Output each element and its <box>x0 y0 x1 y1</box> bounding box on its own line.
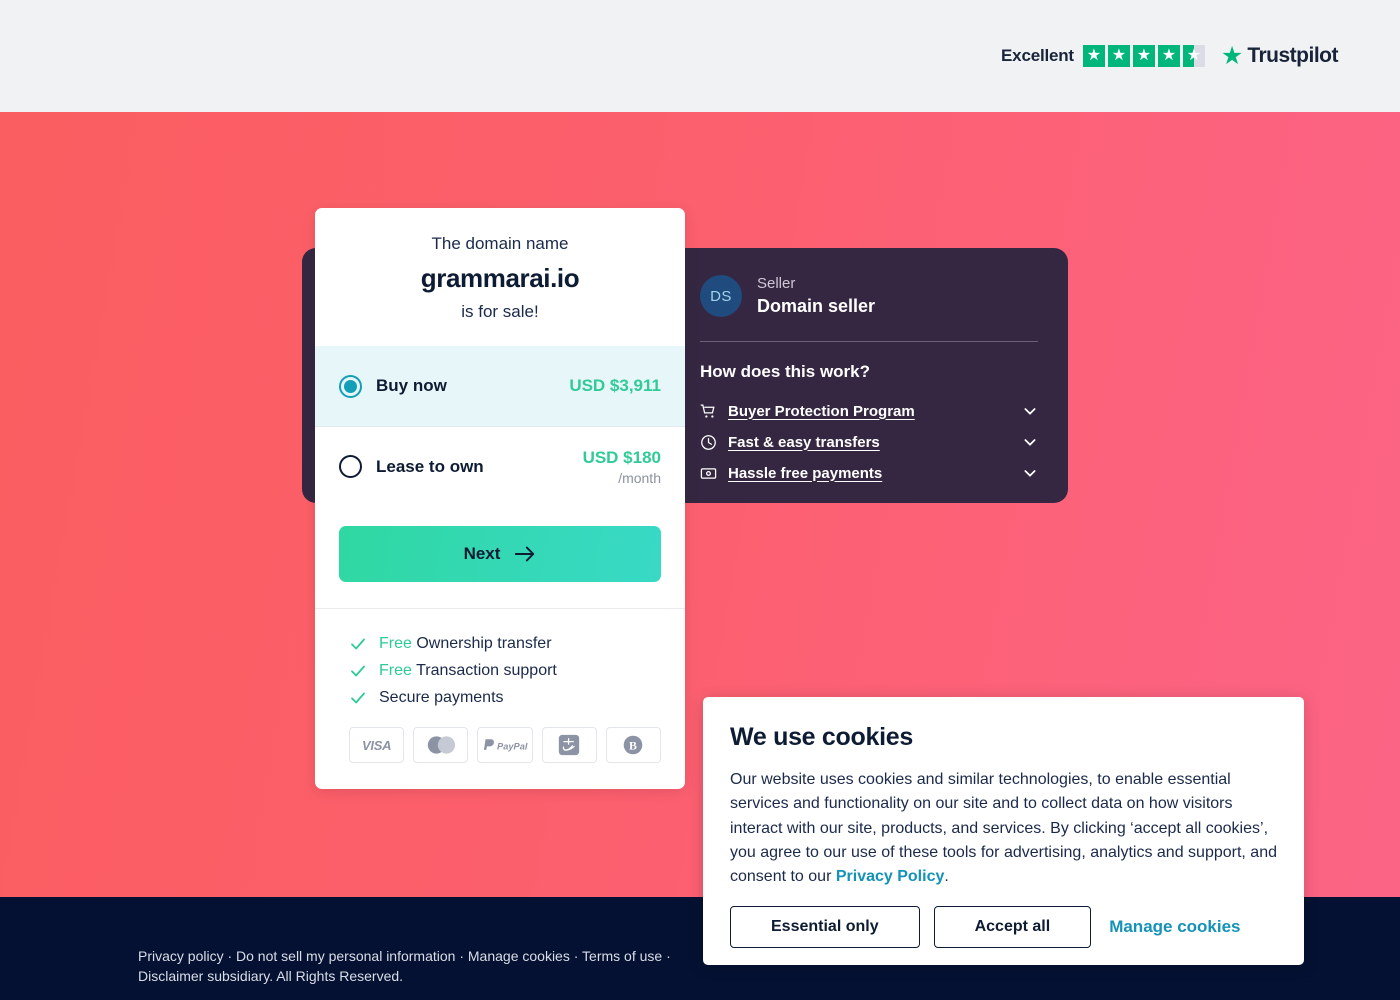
chevron-down-icon <box>1022 403 1038 419</box>
card-footer: Free Ownership transfer Free Transaction… <box>315 608 685 789</box>
option-lease-to-own[interactable]: Lease to own USD $180 /month <box>315 426 685 506</box>
option-label: Buy now <box>376 376 447 395</box>
star-icon: ★ <box>1157 45 1180 67</box>
option-label: Lease to own <box>376 456 484 476</box>
cookie-body-tail: . <box>944 868 949 886</box>
feature-item: Free Ownership transfer <box>349 635 661 653</box>
domain-offer-card: The domain name grammarai.io is for sale… <box>315 208 685 789</box>
option-period: /month <box>618 469 661 486</box>
mastercard-icon <box>413 727 469 763</box>
option-buy-now[interactable]: Buy now USD $3,911 <box>315 346 685 426</box>
trustpilot-rating-word: Excellent <box>1001 46 1074 65</box>
accordion-label: Buyer Protection Program <box>728 402 915 420</box>
accept-all-button[interactable]: Accept all <box>933 905 1092 948</box>
cart-icon <box>700 403 717 420</box>
chevron-down-icon <box>1022 465 1038 481</box>
star-icon: ★ <box>1107 45 1130 67</box>
arrow-right-icon <box>514 544 536 564</box>
essential-only-button[interactable]: Essential only <box>730 905 920 948</box>
star-icon: ★ <box>1132 45 1155 67</box>
option-price-wrap: USD $3,911 <box>569 376 661 396</box>
accordion-label: Fast & easy transfers <box>728 433 880 451</box>
alipay-icon <box>541 727 597 763</box>
seller-header: DS Seller Domain seller <box>700 274 1038 319</box>
next-button-label: Next <box>463 544 501 563</box>
trustpilot-logo: ★ Trustpilot <box>1220 41 1339 70</box>
footer-links-text[interactable]: Privacy policy · Do not sell my personal… <box>138 946 698 987</box>
check-icon <box>349 689 367 707</box>
feature-label: Transaction support <box>411 662 557 679</box>
seller-role: Seller <box>757 275 796 292</box>
accordion-item-buyer-protection[interactable]: Buyer Protection Program <box>700 396 1038 427</box>
star-half-icon: ★ <box>1182 45 1205 67</box>
cookie-banner-actions: Essential only Accept all Manage cookies <box>730 905 1277 948</box>
top-bar: Excellent ★ ★ ★ ★ ★ ★ Trustpilot <box>0 0 1400 112</box>
next-button-wrap: Next <box>315 506 685 608</box>
radio-buy-now[interactable] <box>339 374 362 398</box>
seller-name: Domain seller <box>757 296 876 317</box>
feature-item: Secure payments <box>349 689 661 707</box>
seller-identity: Seller Domain seller <box>757 274 875 319</box>
for-sale-text: is for sale! <box>461 302 539 321</box>
option-price: USD $180 <box>582 447 661 467</box>
bitcoin-icon: B <box>605 727 662 763</box>
trustpilot-stars: ★ ★ ★ ★ ★ <box>1082 45 1205 67</box>
divider <box>700 340 1038 342</box>
feature-text: Secure payments <box>379 689 504 707</box>
cookie-banner-title: We use cookies <box>730 723 913 751</box>
chevron-down-icon <box>1022 434 1038 450</box>
option-price-wrap: USD $180 /month <box>583 448 661 486</box>
feature-text: Free Ownership transfer <box>379 635 552 653</box>
trustpilot-rating[interactable]: Excellent ★ ★ ★ ★ ★ ★ Trustpilot <box>1001 41 1339 70</box>
accordion-item-fast-transfers[interactable]: Fast & easy transfers <box>700 427 1038 458</box>
avatar: DS <box>700 275 742 318</box>
next-button[interactable]: Next <box>339 526 661 582</box>
star-icon: ★ <box>1082 45 1105 67</box>
how-does-this-work-title: How does this work? <box>700 361 871 381</box>
accordion-item-hassle-free-payments[interactable]: Hassle free payments <box>700 458 1038 489</box>
clock-icon <box>700 434 717 451</box>
privacy-policy-link[interactable]: Privacy Policy <box>836 868 945 885</box>
option-price: USD $3,911 <box>569 376 661 395</box>
feature-label: Secure payments <box>379 689 504 706</box>
svg-text:PayPal: PayPal <box>497 741 528 751</box>
feature-free-tag: Free <box>379 635 412 652</box>
trustpilot-star-icon: ★ <box>1220 41 1244 70</box>
check-icon <box>349 662 367 680</box>
domain-label: The domain name <box>431 234 569 253</box>
banknote-icon <box>700 465 717 482</box>
radio-lease-to-own[interactable] <box>339 455 362 478</box>
feature-label: Ownership transfer <box>411 635 552 652</box>
visa-icon: VISA <box>349 727 405 763</box>
manage-cookies-link[interactable]: Manage cookies <box>1109 917 1240 937</box>
trustpilot-brand: Trustpilot <box>1247 44 1338 67</box>
cookie-banner-body: Our website uses cookies and similar tec… <box>730 768 1277 890</box>
accordion-label: Hassle free payments <box>728 464 883 482</box>
feature-free-tag: Free <box>379 662 412 679</box>
paypal-icon: PayPal <box>477 727 533 763</box>
feature-text: Free Transaction support <box>379 662 557 680</box>
cookie-body-text: Our website uses cookies and similar tec… <box>730 771 1277 886</box>
feature-item: Free Transaction support <box>349 662 661 680</box>
payment-methods: VISA PayPal B <box>349 727 662 763</box>
card-header: The domain name grammarai.io is for sale… <box>315 208 685 346</box>
cookie-banner: We use cookies Our website uses cookies … <box>703 697 1304 965</box>
check-icon <box>349 635 367 653</box>
page-title: grammarai.io <box>420 263 580 293</box>
svg-text:B: B <box>629 739 637 753</box>
